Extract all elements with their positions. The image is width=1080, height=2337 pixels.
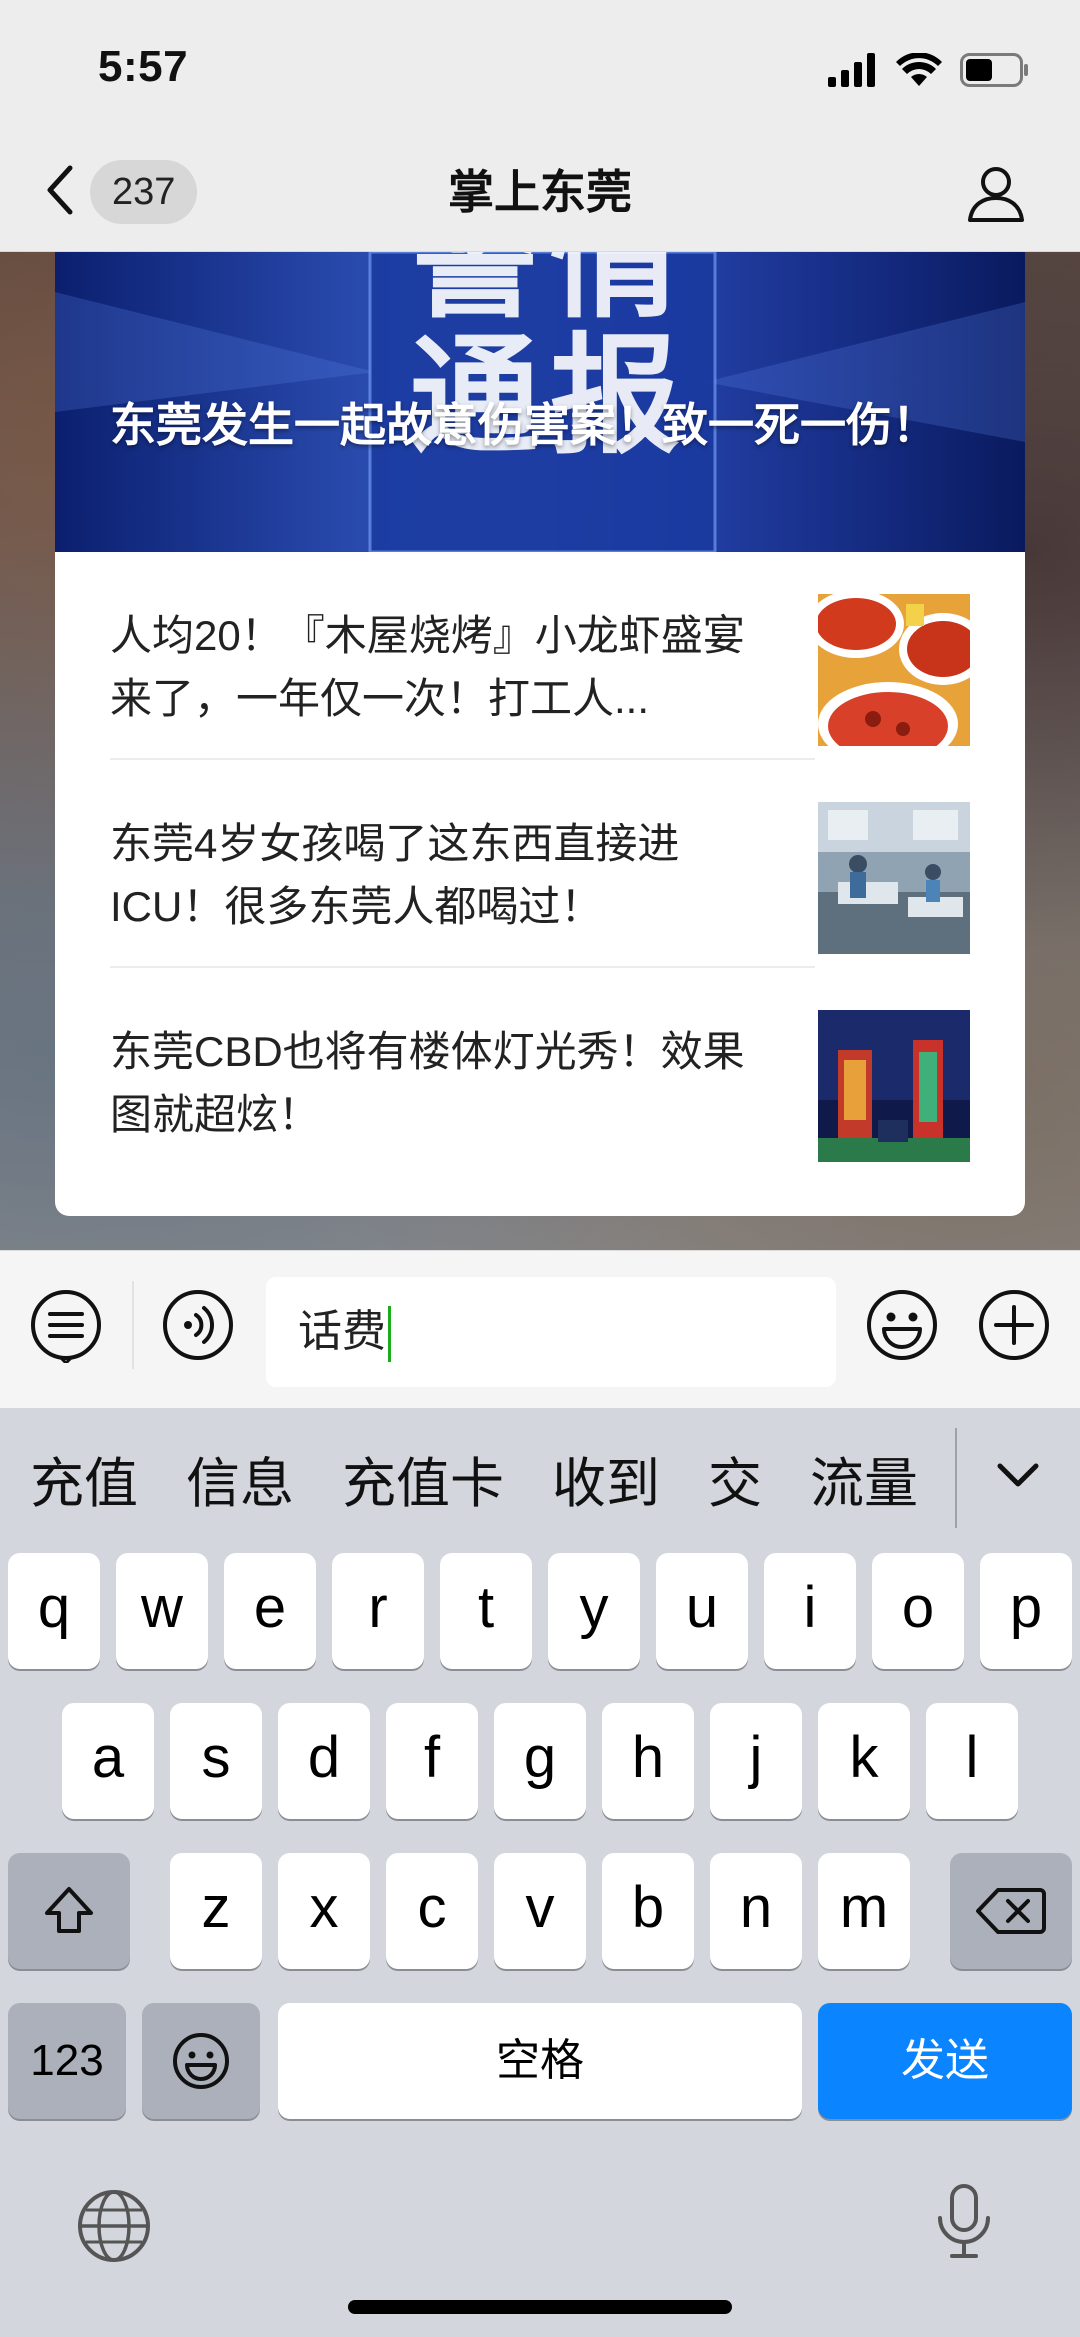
top-bar: 5:57 237 掌上东莞: [0, 0, 1080, 252]
emoji-face-icon: [173, 2033, 229, 2089]
key-d[interactable]: d: [278, 1703, 370, 1819]
message-input-bar: 话费: [0, 1250, 1080, 1408]
home-indicator[interactable]: [348, 2300, 732, 2314]
key-x[interactable]: x: [278, 1853, 370, 1969]
key-l[interactable]: l: [926, 1703, 1018, 1819]
key-s[interactable]: s: [170, 1703, 262, 1819]
page-title: 掌上东莞: [448, 166, 632, 218]
hero-article-title: 东莞发生一起故意伤害案！致一死一伤！: [110, 399, 938, 451]
key-m[interactable]: m: [818, 1853, 910, 1969]
add-plus-icon[interactable]: [976, 1287, 1052, 1363]
crayfish-thumbnail: [818, 594, 970, 746]
candidate-word[interactable]: 收到: [552, 1439, 678, 1518]
message-input[interactable]: 话费: [266, 1277, 836, 1387]
globe-icon[interactable]: [74, 2186, 154, 2266]
candidate-word[interactable]: 充值: [30, 1439, 156, 1518]
key-z[interactable]: z: [170, 1853, 262, 1969]
key-k[interactable]: k: [818, 1703, 910, 1819]
candidate-word[interactable]: 充值卡: [342, 1439, 522, 1518]
emoji-icon[interactable]: [864, 1287, 940, 1363]
news-item[interactable]: 东莞4岁女孩喝了这东西直接进ICU！很多东莞人都喝过！: [110, 760, 970, 968]
key-v[interactable]: v: [494, 1853, 586, 1969]
status-icons: [828, 48, 1030, 92]
shift-arrow-icon: [45, 1887, 93, 1933]
key-t[interactable]: t: [440, 1553, 532, 1669]
emoji-key[interactable]: [142, 2003, 260, 2119]
key-j[interactable]: j: [710, 1703, 802, 1819]
key-e[interactable]: e: [224, 1553, 316, 1669]
message-input-value: 话费: [298, 1307, 386, 1356]
key-h[interactable]: h: [602, 1703, 694, 1819]
candidate-list: 充值 信息 充值卡 收到 交 流量: [0, 1408, 955, 1548]
candidate-separator: [955, 1428, 957, 1528]
candidate-word[interactable]: 信息: [186, 1439, 312, 1518]
key-y[interactable]: y: [548, 1553, 640, 1669]
microphone-icon[interactable]: [924, 2182, 1004, 2262]
key-u[interactable]: u: [656, 1553, 748, 1669]
key-n[interactable]: n: [710, 1853, 802, 1969]
numbers-key[interactable]: 123: [8, 2003, 126, 2119]
candidate-word[interactable]: 流量: [810, 1439, 936, 1518]
profile-icon[interactable]: [964, 160, 1028, 224]
candidate-word[interactable]: 交: [708, 1439, 780, 1518]
space-key[interactable]: 空格: [278, 2003, 802, 2119]
chevron-down-icon[interactable]: [990, 1448, 1046, 1504]
voice-input-icon[interactable]: [160, 1287, 236, 1363]
status-time: 5:57: [98, 42, 189, 91]
candidate-bar: 充值 信息 充值卡 收到 交 流量: [0, 1408, 1080, 1548]
news-item-title: 东莞4岁女孩喝了这东西直接进ICU！很多东莞人都喝过！: [110, 820, 680, 930]
key-r[interactable]: r: [332, 1553, 424, 1669]
key-i[interactable]: i: [764, 1553, 856, 1669]
key-p[interactable]: p: [980, 1553, 1072, 1669]
news-card[interactable]: 警情通报 东莞发生一起故意伤害案！致一死一伤！ 人均20！『木屋烧烤』小龙虾盛宴…: [55, 252, 1025, 1216]
cellular-signal-icon: [828, 53, 875, 87]
news-item-title: 人均20！『木屋烧烤』小龙虾盛宴来了，一年仅一次！打工人...: [110, 612, 745, 722]
news-item-title: 东莞CBD也将有楼体灯光秀！效果图就超炫！: [110, 1028, 745, 1138]
key-o[interactable]: o: [872, 1553, 964, 1669]
backspace-icon: [976, 1888, 1046, 1934]
hospital-thumbnail: [818, 802, 970, 954]
hero-article[interactable]: 警情通报 东莞发生一起故意伤害案！致一死一伤！: [55, 252, 1025, 552]
key-f[interactable]: f: [386, 1703, 478, 1819]
news-item[interactable]: 人均20！『木屋烧烤』小龙虾盛宴来了，一年仅一次！打工人...: [110, 552, 970, 760]
menu-list-icon[interactable]: [28, 1287, 104, 1363]
key-q[interactable]: q: [8, 1553, 100, 1669]
key-a[interactable]: a: [62, 1703, 154, 1819]
news-item[interactable]: 东莞CBD也将有楼体灯光秀！效果图就超炫！: [110, 968, 970, 1176]
shift-key[interactable]: [8, 1853, 130, 1969]
battery-icon: [960, 53, 1028, 87]
send-key[interactable]: 发送: [818, 2003, 1072, 2119]
wifi-icon: [896, 53, 942, 86]
key-w[interactable]: w: [116, 1553, 208, 1669]
separator: [132, 1281, 134, 1369]
key-c[interactable]: c: [386, 1853, 478, 1969]
text-caret: [388, 1306, 391, 1363]
keyboard: 充值 信息 充值卡 收到 交 流量 q w e r t y u i o p a …: [0, 1408, 1080, 2337]
key-b[interactable]: b: [602, 1853, 694, 1969]
key-g[interactable]: g: [494, 1703, 586, 1819]
delete-key[interactable]: [950, 1853, 1072, 1969]
cbd-lights-thumbnail: [818, 1010, 970, 1162]
